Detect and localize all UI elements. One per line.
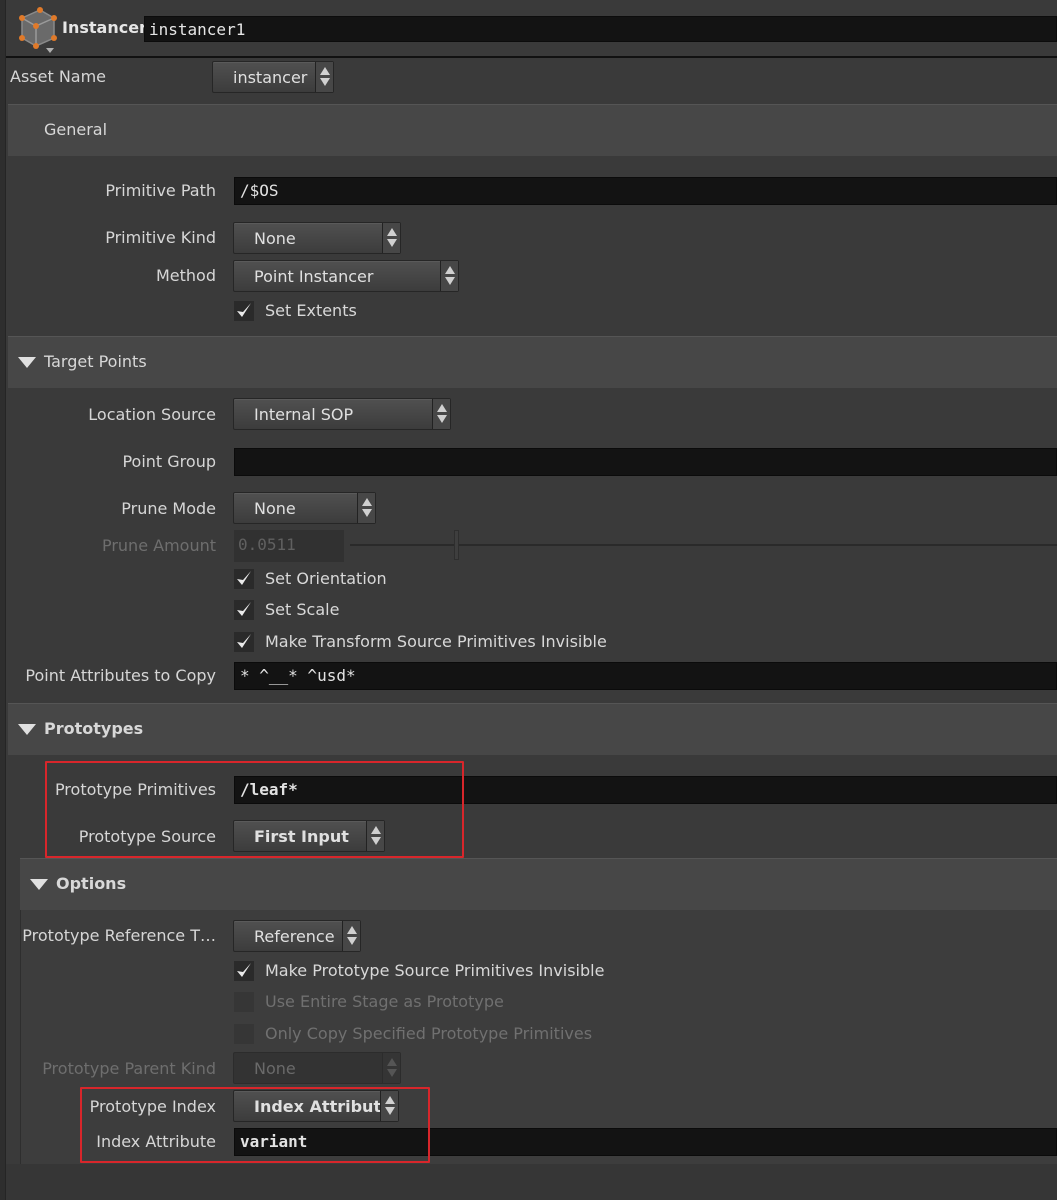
section-options-title: Options — [56, 874, 127, 893]
make-transform-invisible-checkbox[interactable] — [234, 632, 254, 652]
set-orientation-label: Set Orientation — [265, 569, 387, 588]
make-prototype-invisible-label: Make Prototype Source Primitives Invisib… — [265, 961, 605, 980]
use-entire-stage-label: Use Entire Stage as Prototype — [265, 992, 504, 1011]
point-attributes-field[interactable]: * ^__* ^usd* — [234, 662, 1057, 690]
point-attributes-label: Point Attributes to Copy — [25, 666, 216, 685]
primitive-kind-label: Primitive Kind — [105, 228, 216, 247]
primitive-kind-value: None — [254, 229, 296, 248]
bottom-bar — [6, 1164, 1057, 1200]
menu-arrows-icon — [382, 223, 400, 253]
only-copy-specified-label: Only Copy Specified Prototype Primitives — [265, 1024, 593, 1043]
prototype-reference-type-menu[interactable]: Reference — [233, 920, 361, 952]
checkmark-icon — [237, 602, 251, 616]
section-general[interactable]: General — [8, 104, 1057, 156]
primitive-path-label: Primitive Path — [105, 181, 216, 200]
prune-amount-label: Prune Amount — [101, 536, 216, 555]
prototype-parent-kind-label: Prototype Parent Kind — [42, 1059, 216, 1078]
highlight-box-prototype-index — [80, 1087, 430, 1163]
location-source-menu[interactable]: Internal SOP — [233, 398, 451, 430]
set-extents-label: Set Extents — [265, 301, 357, 320]
menu-arrows-icon — [315, 62, 333, 92]
only-copy-specified-checkbox[interactable] — [234, 1024, 254, 1044]
prune-amount-field[interactable]: 0.0511 — [234, 530, 344, 562]
primitive-kind-menu[interactable]: None — [233, 222, 401, 254]
prune-amount-slider-handle[interactable] — [454, 530, 459, 560]
make-prototype-invisible-checkbox[interactable] — [234, 961, 254, 981]
collapse-triangle-icon — [18, 724, 36, 735]
node-type-label: Instancer — [62, 18, 147, 37]
set-scale-label: Set Scale — [265, 600, 340, 619]
prototype-reference-type-label: Prototype Reference T… — [22, 926, 216, 945]
method-menu[interactable]: Point Instancer — [233, 260, 459, 292]
section-options[interactable]: Options — [20, 858, 1057, 910]
use-entire-stage-checkbox[interactable] — [234, 992, 254, 1012]
set-orientation-checkbox[interactable] — [234, 569, 254, 589]
prune-mode-label: Prune Mode — [121, 499, 216, 518]
header-divider — [6, 56, 1057, 58]
checkmark-icon — [237, 571, 251, 585]
highlight-box-prototypes — [45, 761, 464, 858]
asset-name-value: instancer — [233, 68, 308, 87]
make-transform-invisible-label: Make Transform Source Primitives Invisib… — [265, 632, 607, 651]
checkmark-icon — [237, 634, 251, 648]
prune-mode-value: None — [254, 499, 296, 518]
section-general-title: General — [44, 120, 108, 139]
prototype-parent-kind-value: None — [254, 1059, 296, 1078]
point-group-label: Point Group — [122, 452, 216, 471]
location-source-value: Internal SOP — [254, 405, 354, 424]
asset-name-label: Asset Name — [10, 67, 107, 86]
method-value: Point Instancer — [254, 267, 374, 286]
checkmark-icon — [237, 963, 251, 977]
section-target-points[interactable]: Target Points — [8, 336, 1057, 388]
set-scale-checkbox[interactable] — [234, 600, 254, 620]
prune-mode-menu[interactable]: None — [233, 492, 376, 524]
node-name-field[interactable]: instancer1 — [144, 16, 1057, 42]
collapse-triangle-icon — [18, 357, 36, 368]
menu-arrows-icon — [357, 493, 375, 523]
checkmark-icon — [237, 303, 251, 317]
menu-arrows-icon — [432, 399, 450, 429]
asset-name-menu[interactable]: instancer — [212, 61, 334, 93]
instancer-cube-icon[interactable] — [14, 4, 60, 54]
section-target-points-title: Target Points — [44, 352, 147, 371]
section-prototypes[interactable]: Prototypes — [8, 703, 1057, 755]
section-prototypes-title: Prototypes — [44, 719, 144, 738]
menu-arrows-icon — [382, 1053, 400, 1083]
prototype-reference-type-value: Reference — [254, 927, 335, 946]
collapse-triangle-icon — [30, 879, 48, 890]
set-extents-checkbox[interactable] — [234, 301, 254, 321]
left-panel-edge — [0, 0, 6, 1200]
point-group-field[interactable] — [234, 448, 1057, 476]
menu-arrows-icon — [440, 261, 458, 291]
location-source-label: Location Source — [88, 405, 216, 424]
prototype-parent-kind-menu[interactable]: None — [233, 1052, 401, 1084]
menu-arrows-icon — [342, 921, 360, 951]
method-label: Method — [155, 266, 216, 285]
primitive-path-field[interactable]: /$OS — [234, 177, 1057, 205]
